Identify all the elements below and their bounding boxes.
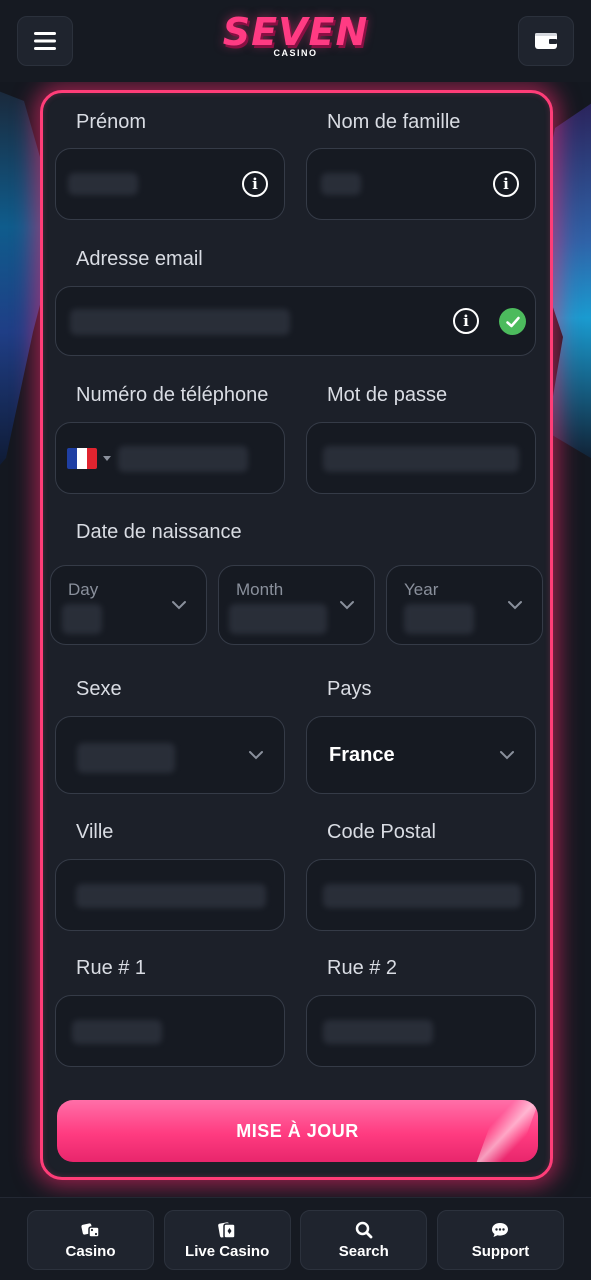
day-select-label: Day	[68, 580, 99, 599]
nav-search[interactable]: Search	[300, 1210, 428, 1270]
last-name-input[interactable]: i	[306, 148, 536, 220]
bottom-nav: Casino Live Casino Search Support	[0, 1197, 591, 1280]
wallet-button[interactable]	[518, 16, 574, 66]
chevron-down-icon[interactable]	[103, 456, 111, 461]
france-flag-icon[interactable]	[67, 448, 97, 469]
redacted-value	[62, 604, 102, 634]
info-icon[interactable]: i	[242, 171, 268, 197]
redacted-value	[118, 446, 248, 472]
gender-label: Sexe	[76, 678, 122, 700]
search-icon	[354, 1221, 374, 1239]
logo-text: SEVEN	[222, 10, 369, 54]
redacted-value	[229, 604, 327, 634]
birth-year-select[interactable]: Year	[386, 565, 543, 645]
nav-support[interactable]: Support	[436, 1210, 564, 1270]
password-label: Mot de passe	[327, 384, 448, 406]
email-label: Adresse email	[76, 248, 203, 270]
redacted-value	[323, 1020, 433, 1044]
menu-button[interactable]	[17, 16, 73, 66]
email-field[interactable]: i	[55, 286, 536, 356]
redacted-value	[77, 743, 175, 773]
chevron-down-icon	[500, 751, 514, 760]
update-button[interactable]: MISE À JOUR	[57, 1100, 538, 1162]
redacted-value	[323, 884, 521, 908]
country-select[interactable]: France	[306, 716, 536, 794]
chevron-down-icon	[172, 601, 186, 610]
city-input[interactable]	[55, 859, 285, 931]
first-name-label: Prénom	[76, 111, 147, 133]
redacted-value	[76, 884, 266, 908]
chevron-down-icon	[508, 601, 522, 610]
nav-casino-label: Casino	[65, 1242, 116, 1260]
street2-input[interactable]	[306, 995, 536, 1067]
logo-subtext: CASINO	[273, 48, 318, 58]
wallet-icon	[535, 33, 557, 49]
chevron-down-icon	[340, 601, 354, 610]
country-select-value: France	[329, 744, 395, 766]
street1-input[interactable]	[55, 995, 285, 1067]
birth-day-select[interactable]: Day	[50, 565, 207, 645]
city-label: Ville	[76, 821, 114, 843]
profile-form: Prénom Nom de famille i i Adresse email …	[40, 90, 553, 1180]
chevron-down-icon	[249, 751, 263, 760]
last-name-label: Nom de famille	[327, 111, 461, 133]
street1-label: Rue # 1	[76, 957, 147, 979]
nav-live-casino-label: Live Casino	[185, 1242, 270, 1260]
phone-label: Numéro de téléphone	[76, 384, 269, 406]
info-icon[interactable]: i	[453, 308, 479, 334]
cards-icon	[217, 1221, 237, 1239]
chat-icon	[490, 1221, 510, 1239]
top-header: SEVEN CASINO	[0, 0, 591, 82]
redacted-value	[72, 1020, 162, 1044]
postal-code-input[interactable]	[306, 859, 536, 931]
nav-search-label: Search	[338, 1242, 389, 1260]
redacted-value	[323, 446, 519, 472]
redacted-value	[68, 173, 138, 195]
postal-code-label: Code Postal	[327, 821, 436, 843]
check-icon	[499, 308, 526, 335]
birth-date-label: Date de naissance	[76, 521, 242, 543]
hamburger-icon	[34, 32, 56, 50]
info-icon[interactable]: i	[493, 171, 519, 197]
redacted-value	[70, 309, 290, 335]
site-logo[interactable]: SEVEN CASINO	[223, 12, 369, 58]
first-name-input[interactable]: i	[55, 148, 285, 220]
birth-month-select[interactable]: Month	[218, 565, 375, 645]
country-label: Pays	[327, 678, 372, 700]
phone-field[interactable]	[55, 422, 285, 494]
nav-casino[interactable]: Casino	[27, 1210, 154, 1270]
gender-select[interactable]	[55, 716, 285, 794]
dice-icon	[80, 1221, 101, 1239]
nav-support-label: Support	[471, 1242, 530, 1260]
year-select-label: Year	[404, 580, 439, 599]
month-select-label: Month	[236, 580, 284, 599]
street2-label: Rue # 2	[327, 957, 398, 979]
redacted-value	[404, 604, 474, 634]
nav-live-casino[interactable]: Live Casino	[163, 1210, 291, 1270]
redacted-value	[321, 173, 361, 195]
password-field[interactable]	[306, 422, 536, 494]
